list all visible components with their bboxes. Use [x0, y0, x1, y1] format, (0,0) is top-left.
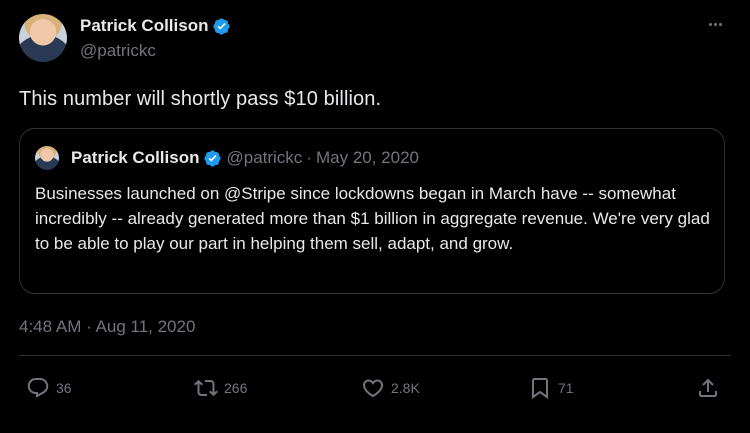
quoted-tweet[interactable]: Patrick Collison @patrickc · May 20, 202…: [19, 128, 725, 294]
share-icon: [699, 378, 717, 397]
reply-count: 36: [56, 380, 72, 396]
like-button[interactable]: 2.8K: [361, 376, 420, 400]
bookmark-icon: [532, 378, 548, 399]
tweet: Patrick Collison @patrickc This number w…: [0, 0, 750, 433]
verified-badge-icon: [204, 149, 222, 167]
quoted-header: Patrick Collison @patrickc · May 20, 202…: [71, 148, 419, 168]
like-icon: [362, 379, 384, 398]
like-count: 2.8K: [391, 380, 420, 396]
separator-dot: ·: [306, 148, 312, 167]
author-name[interactable]: Patrick Collison: [80, 16, 208, 36]
retweet-icon: [194, 379, 218, 397]
author-name-row: Patrick Collison: [80, 16, 231, 36]
tweet-timestamp[interactable]: 4:48 AM · Aug 11, 2020: [19, 317, 195, 337]
verified-badge-icon: [213, 17, 231, 35]
share-button[interactable]: [696, 376, 720, 400]
author-handle[interactable]: @patrickc: [80, 41, 156, 61]
quoted-author-name: Patrick Collison: [71, 148, 200, 167]
retweet-button[interactable]: 266: [194, 376, 247, 400]
reply-button[interactable]: 36: [26, 376, 72, 400]
reply-icon: [27, 378, 49, 398]
bookmark-button[interactable]: 71: [528, 376, 574, 400]
bookmark-count: 71: [558, 380, 574, 396]
avatar[interactable]: [19, 14, 67, 62]
tweet-text: This number will shortly pass $10 billio…: [19, 88, 382, 110]
retweet-count: 266: [224, 380, 248, 396]
quoted-date: May 20, 2020: [315, 148, 419, 167]
more-icon[interactable]: [704, 17, 726, 31]
divider: [19, 355, 731, 356]
quoted-author-handle: @patrickc: [226, 148, 303, 167]
quoted-text: Businesses launched on @Stripe since loc…: [35, 184, 710, 253]
quoted-avatar: [35, 146, 59, 170]
